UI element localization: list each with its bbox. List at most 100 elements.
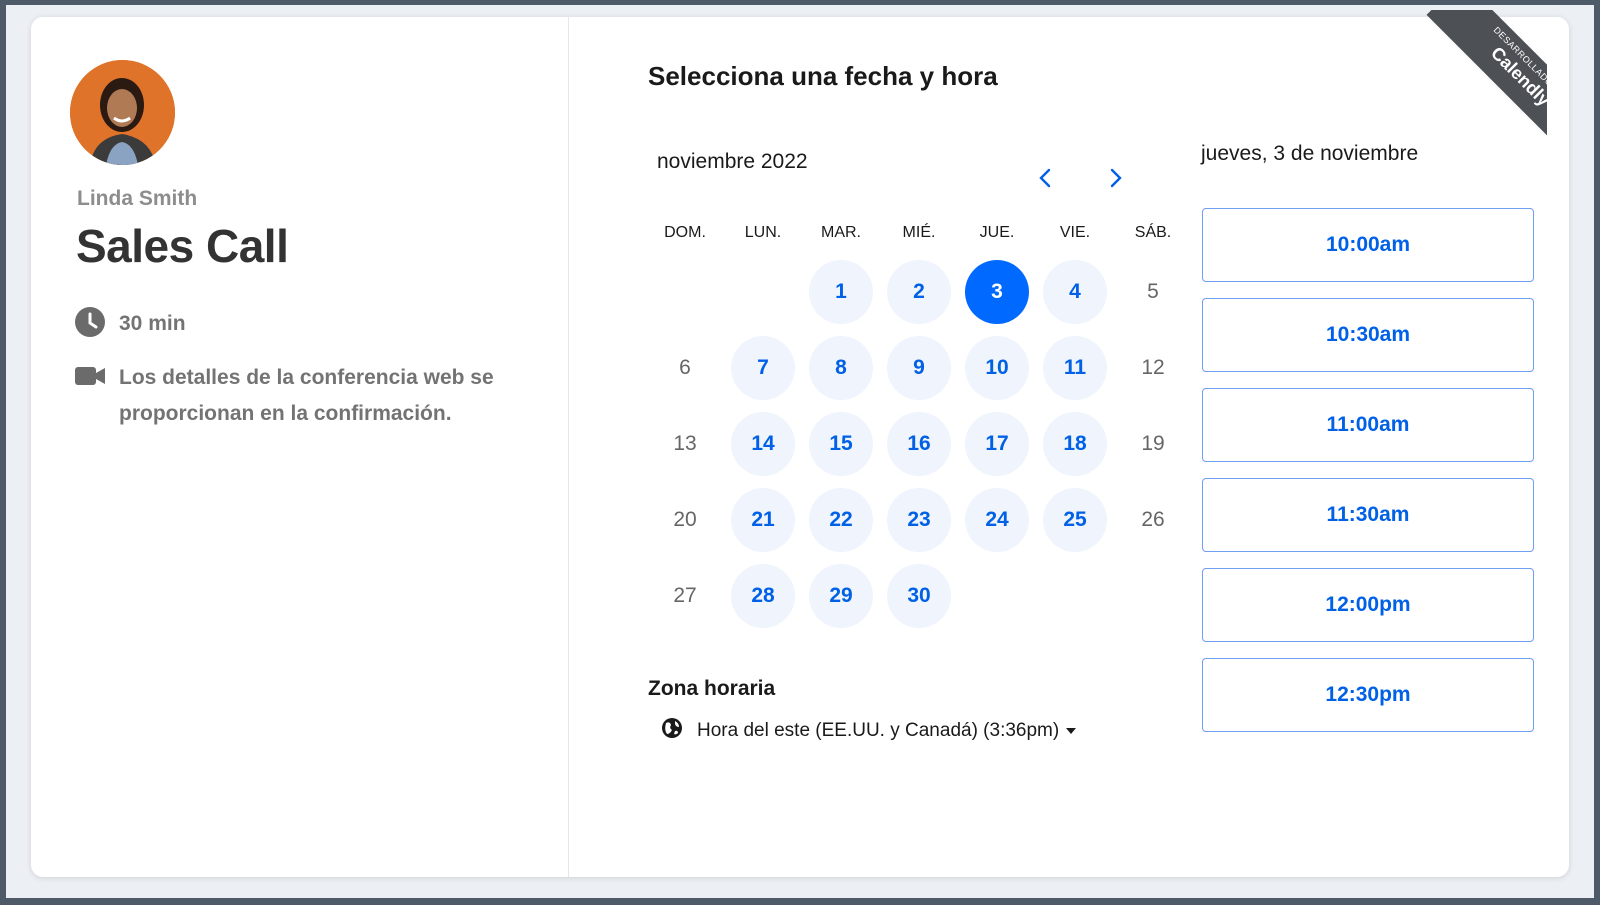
calendar-day-number: 29 bbox=[809, 564, 873, 628]
calendar-day[interactable]: 24 bbox=[958, 488, 1036, 552]
weekday-label: SÁB. bbox=[1134, 224, 1172, 241]
calendar-day[interactable]: 23 bbox=[880, 488, 958, 552]
calendar-day-number: 24 bbox=[965, 488, 1029, 552]
weekday-label: DOM. bbox=[664, 224, 706, 241]
calendar-day-number: 13 bbox=[673, 432, 697, 455]
caret-down-icon bbox=[1065, 722, 1077, 740]
calendar-day[interactable]: 21 bbox=[724, 488, 802, 552]
calendar-week-row: 6 7 8 9 10 11 12 bbox=[646, 330, 1192, 406]
calendar-day-number: 10 bbox=[965, 336, 1029, 400]
time-slot-button[interactable]: 11:00am bbox=[1202, 388, 1534, 462]
host-name: Linda Smith bbox=[77, 187, 198, 210]
timezone-heading: Zona horaria bbox=[648, 677, 776, 700]
calendar-day[interactable]: 4 bbox=[1036, 260, 1114, 324]
calendar-day-number: 11 bbox=[1043, 336, 1107, 400]
calendly-ribbon: DESARROLLADO POR Calendly bbox=[1426, 10, 1547, 160]
event-title: Sales Call bbox=[76, 220, 289, 272]
calendar-day-number: 20 bbox=[673, 508, 697, 531]
calendar-day: 20 bbox=[646, 488, 724, 552]
time-slot-button[interactable]: 12:30pm bbox=[1202, 658, 1534, 732]
time-slot-button[interactable]: 10:00am bbox=[1202, 208, 1534, 282]
calendar-day[interactable]: 11 bbox=[1036, 336, 1114, 400]
calendar-day[interactable]: 15 bbox=[802, 412, 880, 476]
calendar-day[interactable]: 9 bbox=[880, 336, 958, 400]
avatar bbox=[70, 60, 175, 165]
calendar-day-number: 3 bbox=[965, 260, 1029, 324]
calendar-day-number: 27 bbox=[673, 584, 697, 607]
event-details-panel: Linda Smith Sales Call 30 min Los detall… bbox=[31, 17, 569, 877]
timezone-select[interactable]: Hora del este (EE.UU. y Canadá) (3:36pm) bbox=[661, 717, 1077, 744]
next-month-button[interactable] bbox=[1096, 158, 1136, 198]
previous-month-button[interactable] bbox=[1025, 158, 1065, 198]
conference-note-line-2: proporcionan en la confirmación. bbox=[119, 402, 452, 425]
calendar-day[interactable]: 14 bbox=[724, 412, 802, 476]
calendar-day[interactable]: 2 bbox=[880, 260, 958, 324]
calendar-day[interactable]: 16 bbox=[880, 412, 958, 476]
calendar-grid: DOM. LUN. MAR. MIÉ. JUE. VIE. SÁB. 1 2 3 4 5 6 7 8 9 10… bbox=[646, 224, 1192, 634]
weekday-header: DOM. LUN. MAR. MIÉ. JUE. VIE. SÁB. bbox=[646, 224, 1192, 254]
calendar-week-row: 20 21 22 23 24 25 26 bbox=[646, 482, 1192, 558]
calendar-day-empty bbox=[724, 260, 802, 324]
calendar-day-number: 17 bbox=[965, 412, 1029, 476]
time-slot-button[interactable]: 11:30am bbox=[1202, 478, 1534, 552]
calendar-day[interactable]: 22 bbox=[802, 488, 880, 552]
page-title: Selecciona una fecha y hora bbox=[648, 61, 998, 91]
calendar-day-empty bbox=[646, 260, 724, 324]
calendar-day-number: 5 bbox=[1147, 280, 1159, 303]
calendar-day-empty bbox=[1114, 564, 1192, 628]
selected-date-label: jueves, 3 de noviembre bbox=[1201, 142, 1419, 165]
conference-note-line-1: Los detalles de la conferencia web se bbox=[119, 366, 494, 389]
timezone-value: Hora del este (EE.UU. y Canadá) (3:36pm) bbox=[697, 719, 1060, 741]
calendar-day: 12 bbox=[1114, 336, 1192, 400]
time-slot-list: 10:00am 10:30am 11:00am 11:30am 12:00pm 12:30… bbox=[1202, 208, 1534, 748]
clock-icon bbox=[74, 306, 106, 338]
calendar-day-number: 18 bbox=[1043, 412, 1107, 476]
month-label: noviembre 2022 bbox=[657, 150, 808, 173]
calendar-day[interactable]: 7 bbox=[724, 336, 802, 400]
powered-by-badge[interactable]: DESARROLLADO POR Calendly bbox=[1397, 10, 1547, 160]
calendar-day: 13 bbox=[646, 412, 724, 476]
conference-note: Los detalles de la conferencia web se pr… bbox=[119, 360, 494, 432]
calendar-week-row: 27 28 29 30 bbox=[646, 558, 1192, 634]
calendar-day[interactable]: 1 bbox=[802, 260, 880, 324]
calendar-day-empty bbox=[958, 564, 1036, 628]
calendar-day-number: 26 bbox=[1141, 508, 1165, 531]
calendar-day[interactable]: 17 bbox=[958, 412, 1036, 476]
calendar-day: 27 bbox=[646, 564, 724, 628]
time-slot-button[interactable]: 10:30am bbox=[1202, 298, 1534, 372]
calendar-week-row: 13 14 15 16 17 18 19 bbox=[646, 406, 1192, 482]
calendar-day[interactable]: 8 bbox=[802, 336, 880, 400]
calendar-day-number: 14 bbox=[731, 412, 795, 476]
weekday-label: MIÉ. bbox=[902, 224, 936, 241]
video-camera-icon bbox=[74, 360, 106, 392]
calendar-day-number: 1 bbox=[809, 260, 873, 324]
weekday-label: VIE. bbox=[1059, 224, 1091, 241]
calendar-day-number: 23 bbox=[887, 488, 951, 552]
calendar-day-number: 15 bbox=[809, 412, 873, 476]
calendar-day-number: 25 bbox=[1043, 488, 1107, 552]
weekday-label: MAR. bbox=[821, 224, 861, 241]
time-slot-button[interactable]: 12:00pm bbox=[1202, 568, 1534, 642]
calendar-day[interactable]: 29 bbox=[802, 564, 880, 628]
calendar-day[interactable]: 25 bbox=[1036, 488, 1114, 552]
weekday-label: LUN. bbox=[744, 224, 782, 241]
calendar-day-number: 7 bbox=[731, 336, 795, 400]
calendar-day-selected[interactable]: 3 bbox=[958, 260, 1036, 324]
calendar-day-number: 9 bbox=[887, 336, 951, 400]
calendar-day-number: 6 bbox=[679, 356, 691, 379]
calendar-day[interactable]: 30 bbox=[880, 564, 958, 628]
calendar-day: 6 bbox=[646, 336, 724, 400]
calendar-day[interactable]: 28 bbox=[724, 564, 802, 628]
calendar-day: 19 bbox=[1114, 412, 1192, 476]
calendar-day-number: 2 bbox=[887, 260, 951, 324]
calendar-day[interactable]: 10 bbox=[958, 336, 1036, 400]
globe-icon bbox=[661, 717, 683, 744]
calendar-day-number: 8 bbox=[809, 336, 873, 400]
calendar-week-row: 1234 5 bbox=[646, 254, 1192, 330]
conference-row: Los detalles de la conferencia web se pr… bbox=[74, 360, 494, 432]
calendar-day: 26 bbox=[1114, 488, 1192, 552]
calendar-day-number: 4 bbox=[1043, 260, 1107, 324]
weekday-label: JUE. bbox=[979, 224, 1015, 241]
calendar-day[interactable]: 18 bbox=[1036, 412, 1114, 476]
calendar-day-number: 28 bbox=[731, 564, 795, 628]
